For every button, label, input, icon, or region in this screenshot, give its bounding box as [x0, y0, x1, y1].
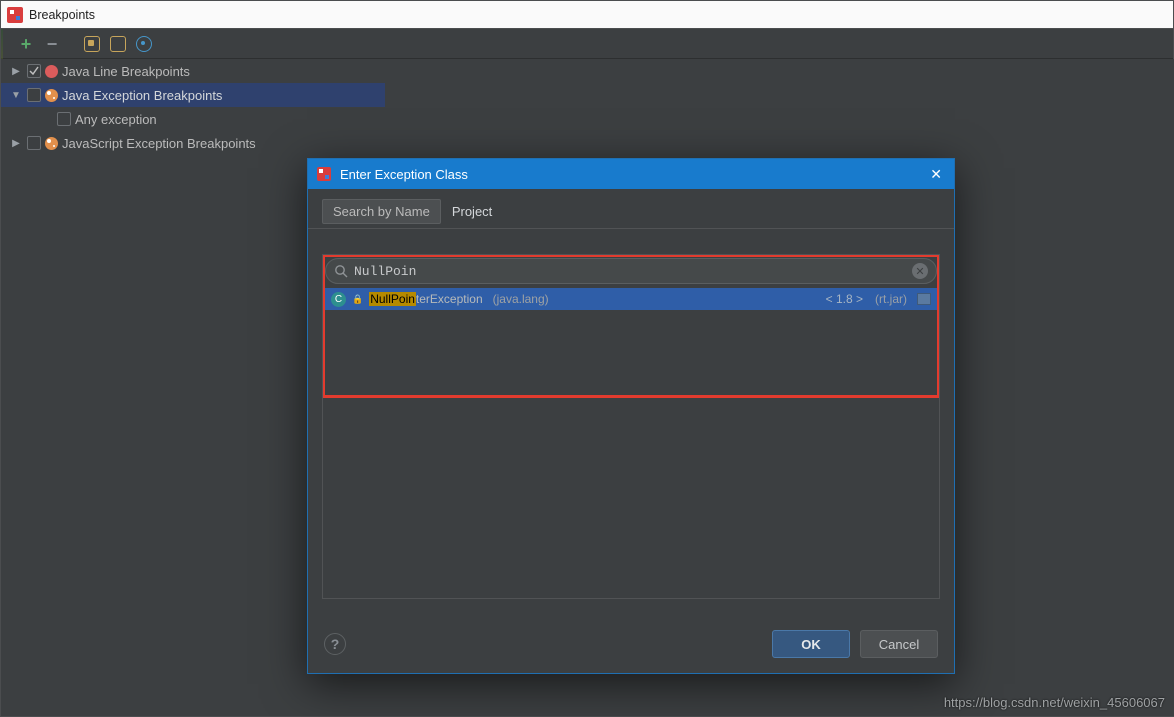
tab-search-by-name[interactable]: Search by Name: [322, 199, 441, 224]
result-match: NullPoin: [369, 292, 416, 306]
group-icon: [84, 36, 100, 52]
search-icon: [334, 264, 348, 278]
dialog-footer: ? OK Cancel: [308, 615, 954, 673]
tree-row[interactable]: ▶ JavaScript Exception Breakpoints: [1, 131, 385, 155]
result-jdk: < 1.8 >: [826, 292, 863, 306]
tree-row[interactable]: ▶ Java Line Breakpoints: [1, 59, 385, 83]
close-icon[interactable]: ✕: [926, 166, 946, 183]
dialog-title: Enter Exception Class: [340, 167, 468, 182]
expand-arrow-icon[interactable]: ▼: [9, 90, 23, 101]
tree-label: JavaScript Exception Breakpoints: [62, 136, 256, 151]
view-breakpoints-button[interactable]: [107, 33, 129, 55]
tree-row[interactable]: ▼ Java Exception Breakpoints: [1, 83, 385, 107]
search-input[interactable]: [354, 264, 906, 279]
toolbar: + −: [1, 29, 1173, 59]
class-icon: C: [331, 292, 346, 307]
breakpoint-dot-icon: [45, 65, 58, 78]
search-results: C 🔒 NullPointerException (java.lang) < 1…: [325, 288, 937, 599]
watermark-text: https://blog.csdn.net/weixin_45606067: [944, 695, 1165, 710]
mute-breakpoints-button[interactable]: [133, 33, 155, 55]
result-item[interactable]: C 🔒 NullPointerException (java.lang) < 1…: [325, 288, 937, 310]
view-icon: [110, 36, 126, 52]
tree-label: Java Exception Breakpoints: [62, 88, 222, 103]
window-title: Breakpoints: [29, 8, 95, 22]
help-button[interactable]: ?: [324, 633, 346, 655]
dialog-titlebar[interactable]: Enter Exception Class ✕: [308, 159, 954, 189]
titlebar[interactable]: Breakpoints: [1, 1, 1173, 29]
result-package: (java.lang): [493, 292, 549, 306]
result-rest: terException: [416, 292, 483, 306]
tree-row[interactable]: Any exception: [1, 107, 385, 131]
add-breakpoint-button[interactable]: +: [15, 33, 37, 55]
checkbox[interactable]: [27, 88, 41, 102]
dialog-body: ✕ C 🔒 NullPointerException (java.lang) <…: [322, 239, 940, 599]
enter-exception-class-dialog: Enter Exception Class ✕ Search by Name P…: [307, 158, 955, 674]
intellij-icon: [316, 166, 332, 182]
exception-breakpoint-icon: [45, 89, 58, 102]
app-icon: [7, 7, 23, 23]
clear-icon[interactable]: ✕: [912, 263, 928, 279]
remove-breakpoint-button[interactable]: −: [41, 33, 63, 55]
result-library: (rt.jar): [875, 292, 907, 306]
circle-dot-icon: [136, 36, 152, 52]
checkbox[interactable]: [27, 64, 41, 78]
expand-arrow-icon[interactable]: ▶: [9, 138, 23, 149]
ok-button[interactable]: OK: [772, 630, 850, 658]
dialog-tabs: Search by Name Project: [308, 189, 954, 229]
group-breakpoints-button[interactable]: [81, 33, 103, 55]
breakpoints-tree[interactable]: ▶ Java Line Breakpoints ▼ Java Exception…: [1, 59, 385, 155]
expand-arrow-icon[interactable]: ▶: [9, 66, 23, 77]
checkbox[interactable]: [27, 136, 41, 150]
tree-label: Java Line Breakpoints: [62, 64, 190, 79]
tree-label: Any exception: [75, 112, 157, 127]
checkbox[interactable]: [57, 112, 71, 126]
exception-breakpoint-icon: [45, 137, 58, 150]
tab-project[interactable]: Project: [441, 199, 503, 224]
cancel-button[interactable]: Cancel: [860, 630, 938, 658]
library-icon: [917, 293, 931, 305]
breakpoints-window: Breakpoints + − ▶ Java Line Breakpoints …: [0, 0, 1174, 717]
search-field-wrap[interactable]: ✕: [325, 258, 937, 284]
lock-icon: 🔒: [352, 294, 363, 305]
